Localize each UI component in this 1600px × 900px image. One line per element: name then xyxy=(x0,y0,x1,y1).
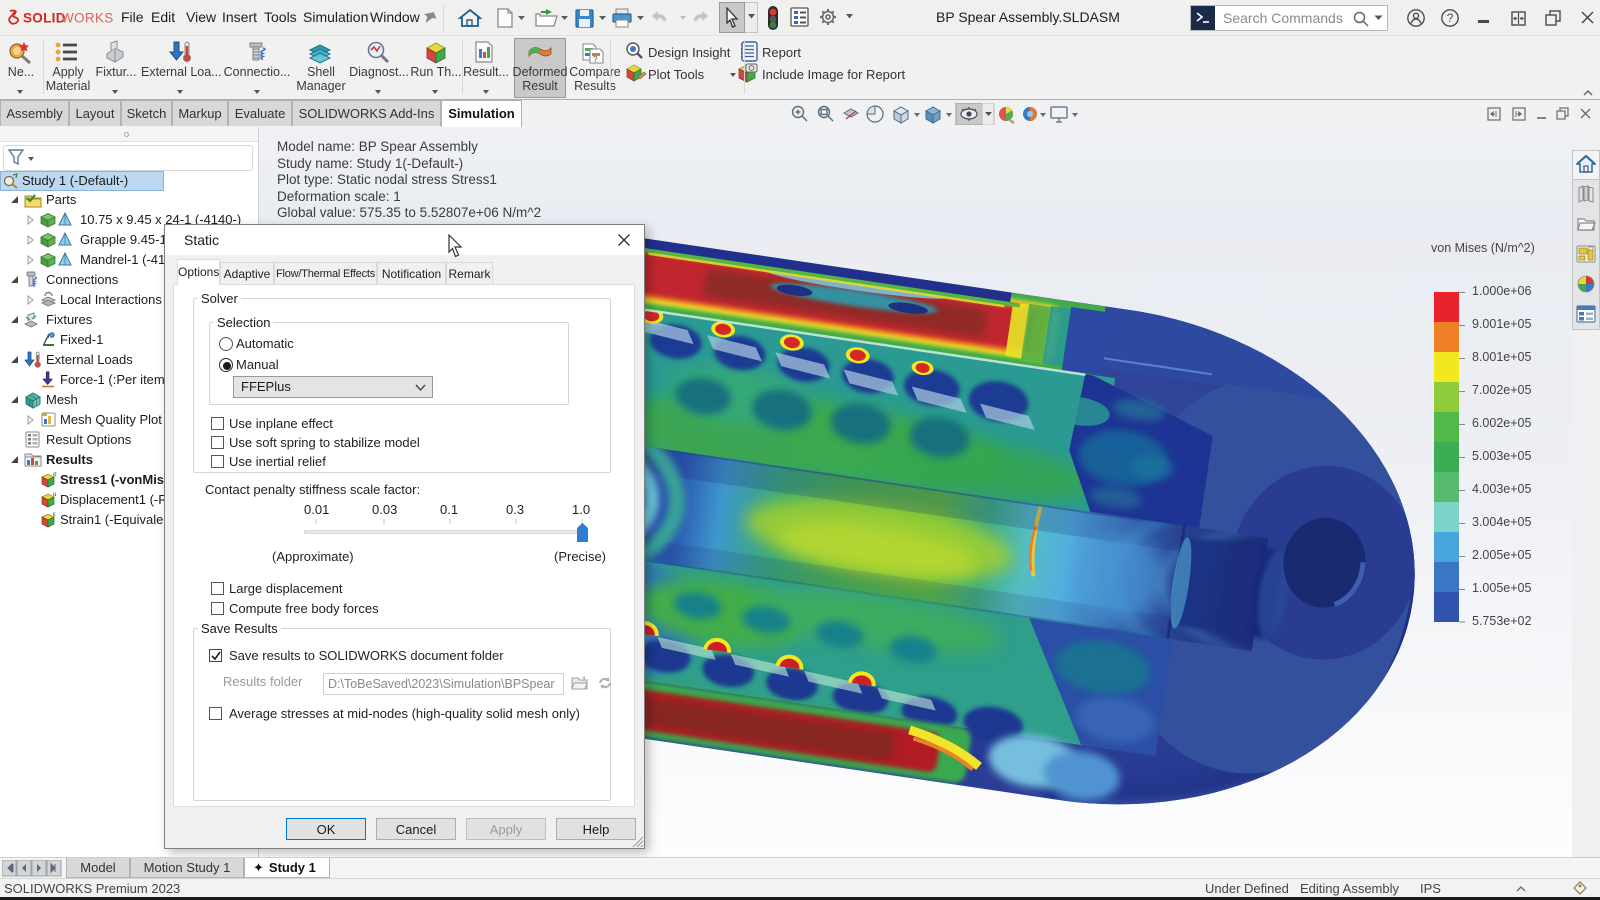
svg-text:?: ? xyxy=(1447,11,1454,25)
svg-text:WORKS: WORKS xyxy=(61,11,114,26)
svg-text:SOLID: SOLID xyxy=(23,11,66,26)
